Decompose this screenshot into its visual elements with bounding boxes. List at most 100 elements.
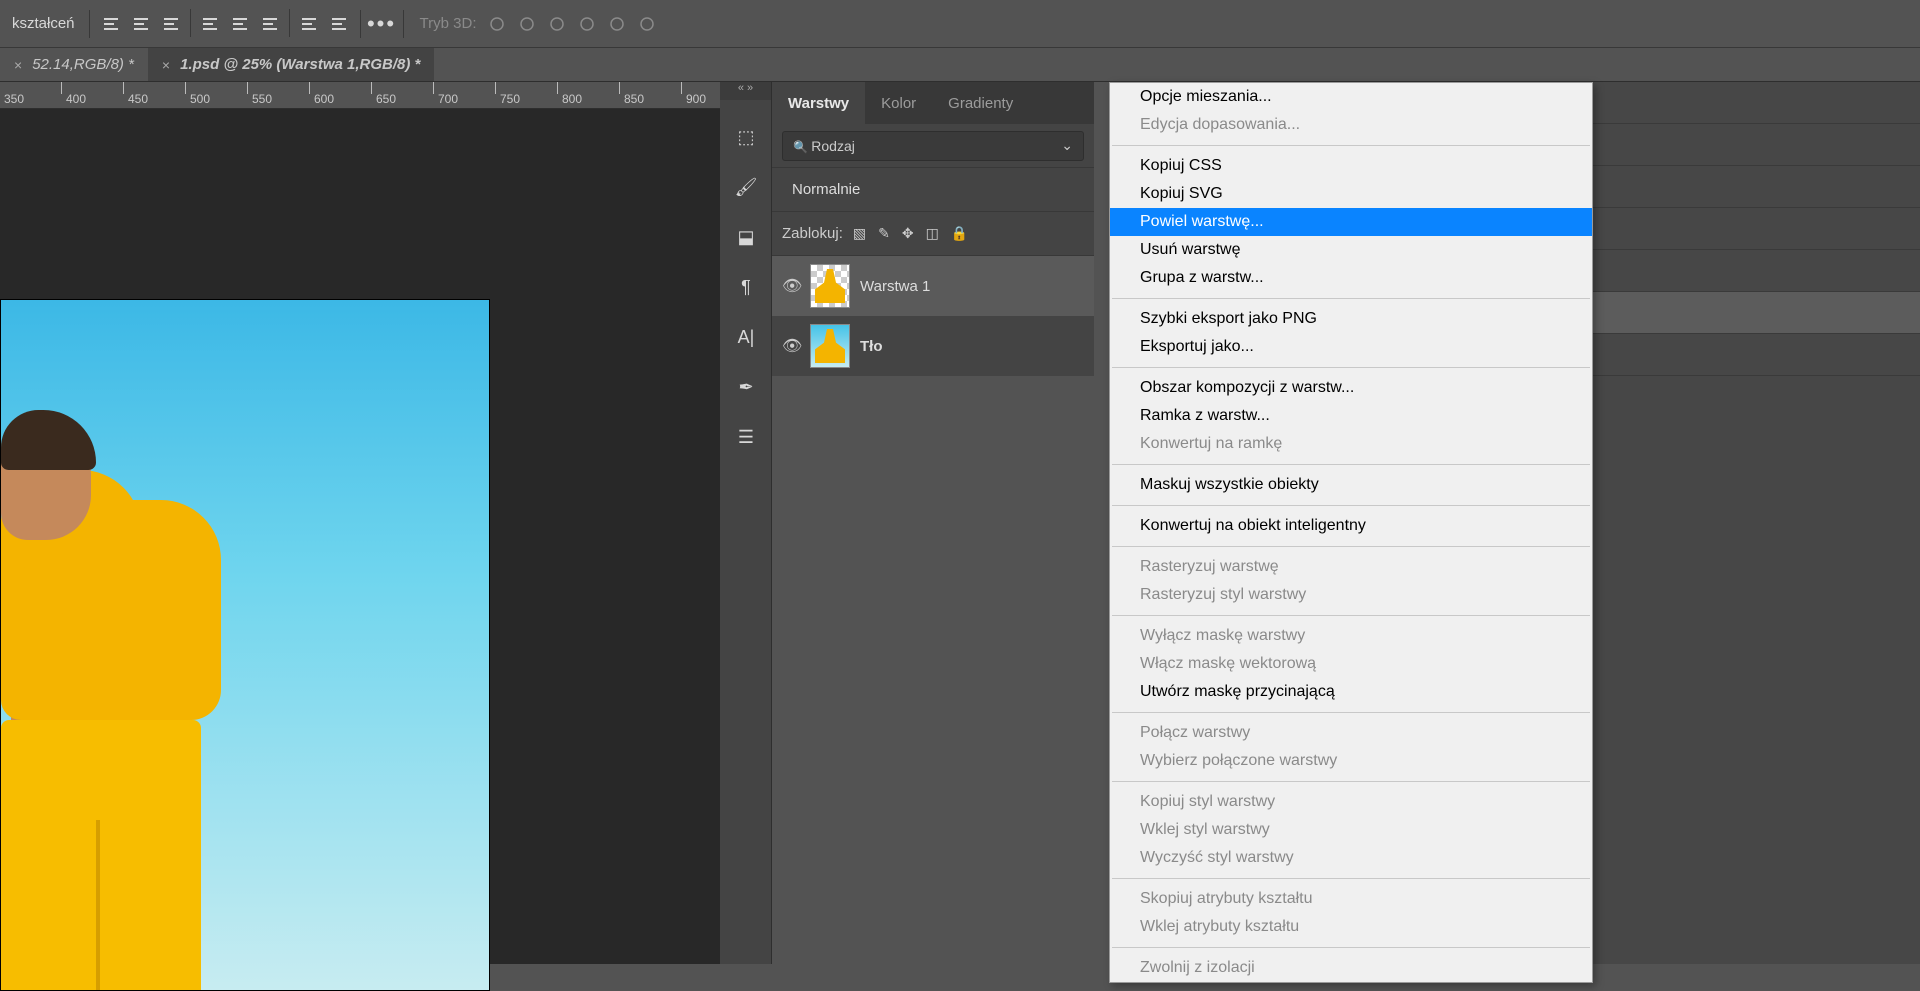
- lock-pixels-icon[interactable]: ▧: [853, 225, 866, 242]
- visibility-toggle-icon[interactable]: 👁: [782, 336, 800, 356]
- menu-separator: [1112, 712, 1590, 713]
- menu-separator: [1112, 615, 1590, 616]
- menu-item[interactable]: Konwertuj na obiekt inteligentny: [1110, 512, 1592, 540]
- menu-item[interactable]: Ramka z warstw...: [1110, 402, 1592, 430]
- layers-panel: WarstwyKolorGradienty Rodzaj ⌄ Normalnie…: [772, 82, 1094, 376]
- mesh-icon[interactable]: [572, 9, 602, 39]
- ruler-value: 350: [4, 92, 24, 106]
- menu-separator: [1112, 464, 1590, 465]
- menu-separator: [1112, 546, 1590, 547]
- close-tab-icon[interactable]: ×: [14, 57, 22, 73]
- adjust-icon[interactable]: ⬚: [720, 112, 772, 162]
- canvas-background[interactable]: [0, 109, 720, 964]
- dolly-icon[interactable]: [542, 9, 572, 39]
- menu-item[interactable]: Usuń warstwę: [1110, 236, 1592, 264]
- menu-item[interactable]: Kopiuj SVG: [1110, 180, 1592, 208]
- close-tab-icon[interactable]: ×: [162, 57, 170, 73]
- distribute-v-icon[interactable]: [324, 9, 354, 39]
- collapse-handle-icon[interactable]: « »: [720, 82, 771, 100]
- more-options-button[interactable]: •••: [367, 9, 397, 39]
- layer-name[interactable]: Tło: [860, 338, 883, 355]
- lock-artboard-icon[interactable]: ◫: [926, 225, 939, 242]
- align-left-icon[interactable]: [96, 9, 126, 39]
- menu-separator: [1112, 878, 1590, 879]
- figure: [1, 420, 241, 990]
- layer-item[interactable]: 👁 Warstwa 1: [772, 256, 1094, 316]
- menu-item: Wklej styl warstwy: [1110, 816, 1592, 844]
- layer-context-menu[interactable]: Opcje mieszania...Edycja dopasowania... K…: [1109, 82, 1593, 983]
- blend-mode-dropdown[interactable]: Normalnie: [782, 175, 1084, 205]
- align-center-v-icon[interactable]: [225, 9, 255, 39]
- lock-brush-icon[interactable]: ✎: [878, 225, 890, 242]
- canvas-area: 350400450500550600650700750800850900: [0, 82, 720, 964]
- pan-icon[interactable]: [512, 9, 542, 39]
- options-bar: kształceń ••• Tryb 3D:: [0, 0, 1920, 48]
- collapsed-right-panels: [1590, 82, 1920, 964]
- menu-item: Rasteryzuj warstwę: [1110, 553, 1592, 581]
- tab-title: 1.psd @ 25% (Warstwa 1,RGB/8) *: [180, 56, 420, 73]
- paragraph-icon[interactable]: ¶: [720, 262, 772, 312]
- panel-icon-strip: « » ⬚🖌⬓¶A|✒☰: [720, 82, 772, 964]
- menu-item: Wklej atrybuty kształtu: [1110, 913, 1592, 941]
- brush-icon[interactable]: 🖌: [720, 162, 772, 212]
- visibility-toggle-icon[interactable]: 👁: [782, 276, 800, 296]
- menu-item[interactable]: Powiel warstwę...: [1110, 208, 1592, 236]
- pen-icon[interactable]: ✒: [720, 362, 772, 412]
- align-center-h-icon[interactable]: [126, 9, 156, 39]
- layer-thumbnail[interactable]: [810, 324, 850, 368]
- layer-filter-dropdown[interactable]: Rodzaj ⌄: [782, 131, 1084, 161]
- menu-item[interactable]: Eksportuj jako...: [1110, 333, 1592, 361]
- menu-item: Włącz maskę wektorową: [1110, 650, 1592, 678]
- options-icon[interactable]: ☰: [720, 412, 772, 462]
- layer-filter-row: Rodzaj ⌄: [772, 124, 1094, 168]
- panel-tab-kolor[interactable]: Kolor: [865, 82, 932, 124]
- menu-separator: [1112, 947, 1590, 948]
- sliders-icon[interactable]: ⬓: [720, 212, 772, 262]
- menu-item[interactable]: Maskuj wszystkie obiekty: [1110, 471, 1592, 499]
- camera-icon[interactable]: [632, 9, 662, 39]
- mode3d-label: Tryb 3D:: [410, 15, 481, 32]
- menu-item[interactable]: Kopiuj CSS: [1110, 152, 1592, 180]
- move3d-icon[interactable]: [602, 9, 632, 39]
- canvas-image[interactable]: [0, 299, 490, 991]
- panel-tab-warstwy[interactable]: Warstwy: [772, 82, 865, 124]
- document-tabs: × 52.14,RGB/8) * × 1.psd @ 25% (Warstwa 1,R…: [0, 48, 1920, 82]
- ruler-value: 850: [624, 92, 644, 106]
- menu-item[interactable]: Opcje mieszania...: [1110, 83, 1592, 111]
- blend-mode-row: Normalnie: [772, 168, 1094, 212]
- character-icon[interactable]: A|: [720, 312, 772, 362]
- menu-item: Połącz warstwy: [1110, 719, 1592, 747]
- align-top-icon[interactable]: [195, 9, 225, 39]
- orbit-icon[interactable]: [482, 9, 512, 39]
- menu-separator: [1112, 505, 1590, 506]
- filter-label: Rodzaj: [793, 138, 855, 154]
- align-bottom-icon[interactable]: [255, 9, 285, 39]
- transform-label: kształceń: [4, 15, 83, 32]
- align-right-icon[interactable]: [156, 9, 186, 39]
- horizontal-ruler: 350400450500550600650700750800850900: [0, 82, 720, 109]
- layer-item[interactable]: 👁 Tło: [772, 316, 1094, 376]
- separator: [403, 10, 404, 38]
- chevron-down-icon: ⌄: [1061, 137, 1073, 154]
- menu-item: Edycja dopasowania...: [1110, 111, 1592, 139]
- lock-label: Zablokuj:: [782, 225, 843, 242]
- separator: [89, 10, 90, 38]
- document-tab[interactable]: × 52.14,RGB/8) *: [0, 48, 148, 81]
- menu-item: Rasteryzuj styl warstwy: [1110, 581, 1592, 609]
- distribute-h-icon[interactable]: [294, 9, 324, 39]
- menu-item[interactable]: Szybki eksport jako PNG: [1110, 305, 1592, 333]
- menu-separator: [1112, 298, 1590, 299]
- layer-name[interactable]: Warstwa 1: [860, 278, 930, 295]
- document-tab[interactable]: × 1.psd @ 25% (Warstwa 1,RGB/8) *: [148, 48, 434, 81]
- lock-all-icon[interactable]: 🔒: [951, 225, 968, 242]
- menu-item[interactable]: Grupa z warstw...: [1110, 264, 1592, 292]
- workspace: 350400450500550600650700750800850900: [0, 82, 1920, 964]
- layer-thumbnail[interactable]: [810, 264, 850, 308]
- menu-item[interactable]: Utwórz maskę przycinającą: [1110, 678, 1592, 706]
- ruler-value: 500: [190, 92, 210, 106]
- menu-item[interactable]: Obszar kompozycji z warstw...: [1110, 374, 1592, 402]
- lock-position-icon[interactable]: ✥: [902, 225, 914, 242]
- tab-title: 52.14,RGB/8) *: [32, 56, 134, 73]
- ruler-value: 700: [438, 92, 458, 106]
- panel-tab-gradienty[interactable]: Gradienty: [932, 82, 1029, 124]
